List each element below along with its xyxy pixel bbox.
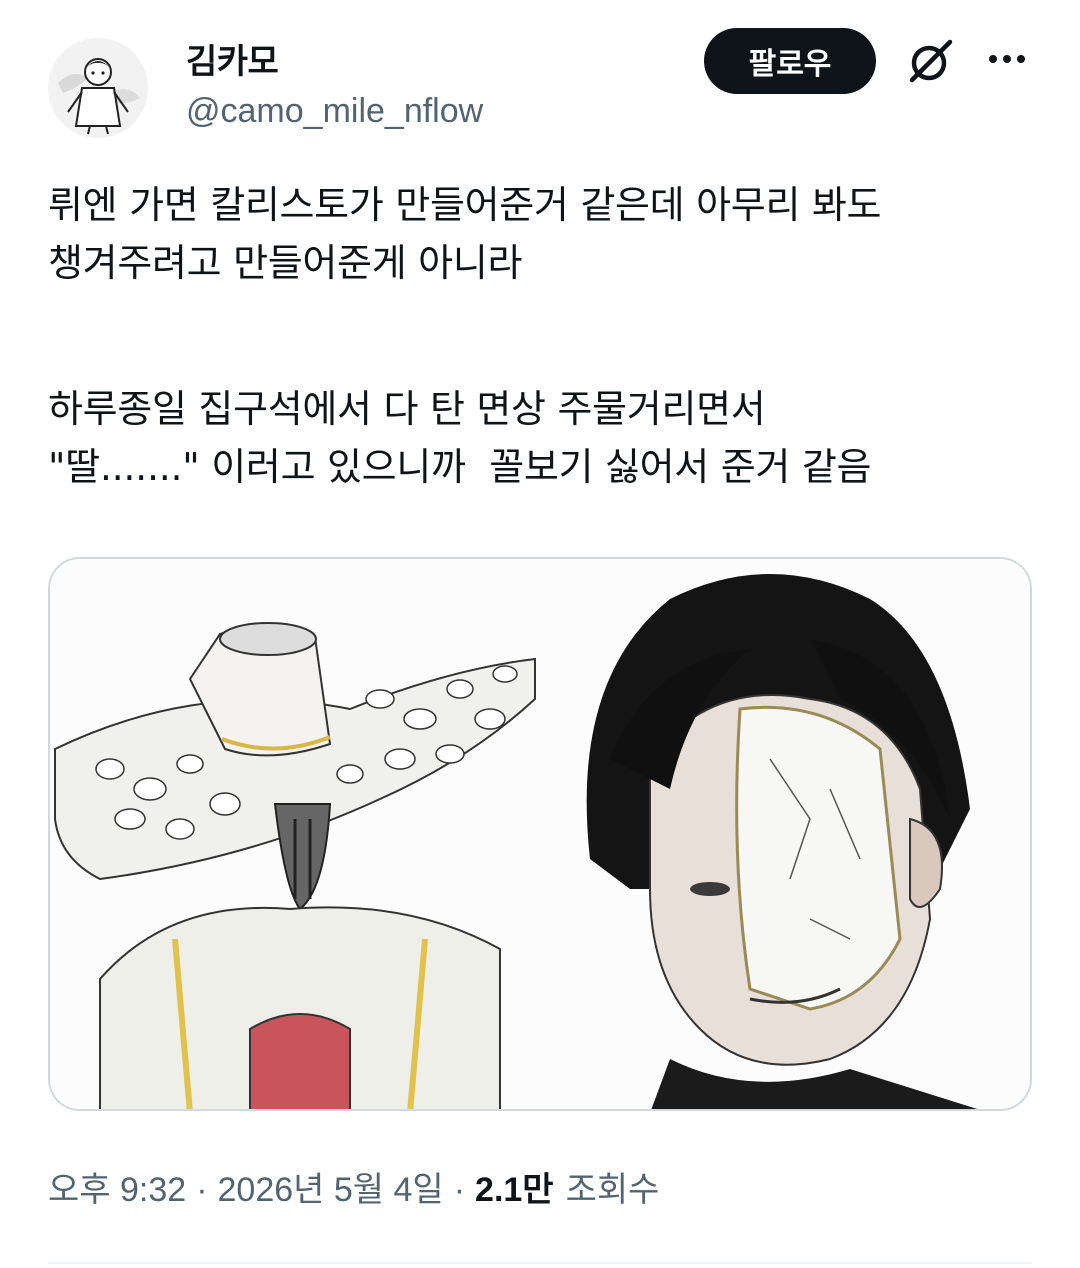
avatar[interactable] bbox=[48, 38, 148, 138]
display-name[interactable]: 김카모 bbox=[186, 34, 279, 83]
tweet-line: 하루종일 집구석에서 다 탄 면상 주물거리면서 bbox=[48, 387, 766, 431]
tweet-time[interactable]: 오후 9:32 bbox=[48, 1162, 186, 1211]
meta-separator: · bbox=[453, 1171, 466, 1209]
follow-button[interactable]: 팔로우 bbox=[704, 28, 876, 94]
tweet-line: 챙겨주려고 만들어준게 아니라 bbox=[48, 241, 523, 285]
tweet-header: 김카모 @camo_mile_nflow 팔로우 bbox=[48, 28, 1038, 138]
tweet-text: 뤼엔 가면 칼리스토가 만들어준거 같은데 아무리 봐도 챙겨주려고 만들어준게… bbox=[48, 176, 1038, 496]
tweet-line: 뤼엔 가면 칼리스토가 만들어준거 같은데 아무리 봐도 bbox=[48, 183, 882, 227]
views-label: 조회수 bbox=[565, 1171, 660, 1209]
tweet-image[interactable] bbox=[48, 557, 1032, 1111]
divider bbox=[48, 1262, 1032, 1264]
grok-icon[interactable] bbox=[904, 34, 958, 88]
user-handle[interactable]: @camo_mile_nflow bbox=[186, 92, 483, 131]
tweet-meta: 오후 9:32 · 2026년 5월 4일 · 2.1만 조회수 bbox=[48, 1162, 659, 1211]
more-icon[interactable] bbox=[984, 36, 1030, 82]
views-count[interactable]: 2.1만 bbox=[475, 1162, 554, 1211]
tweet-line: "딸......." 이러고 있으니까 꼴보기 싫어서 준거 같음 bbox=[48, 445, 872, 489]
tweet-date[interactable]: 2026년 5월 4일 bbox=[218, 1162, 444, 1211]
meta-separator: · bbox=[196, 1171, 208, 1209]
